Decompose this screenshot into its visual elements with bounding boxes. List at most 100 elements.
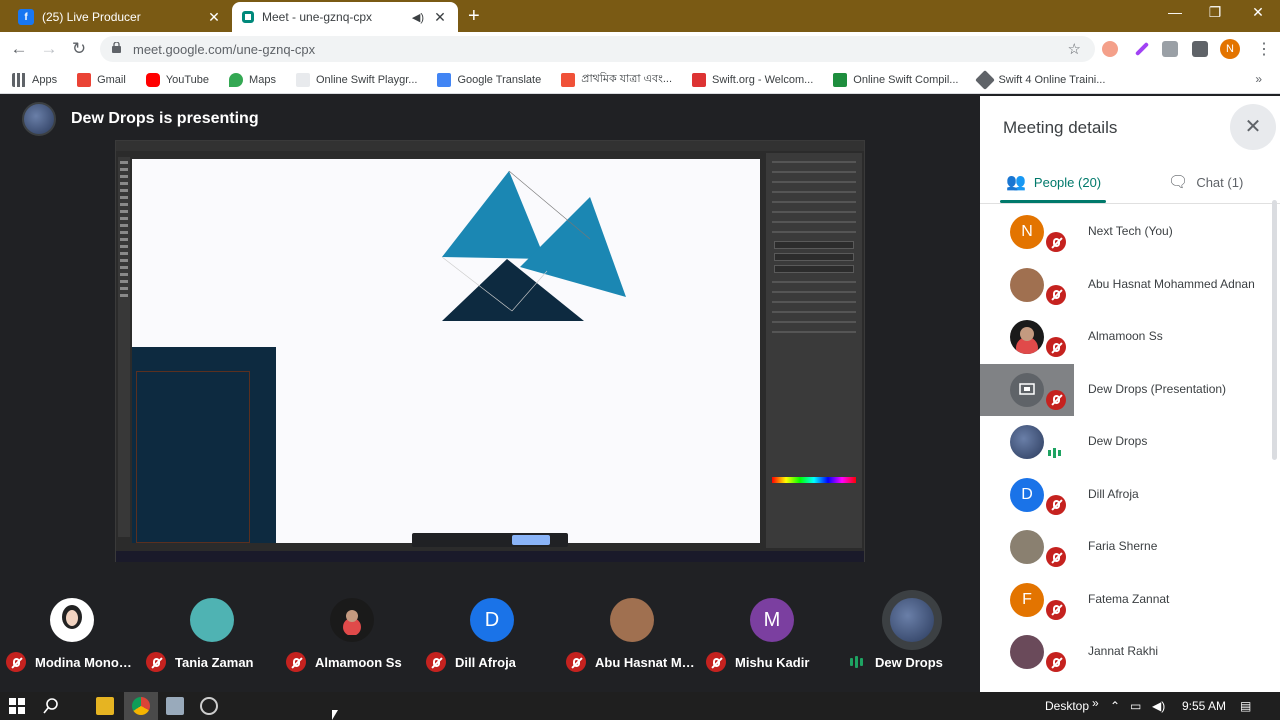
- profile-avatar[interactable]: N: [1220, 39, 1240, 59]
- maps-icon: [229, 72, 244, 87]
- avatar: F: [1010, 582, 1044, 617]
- browser-tab-strip: f (25) Live Producer ✕ Meet - une-gznq-c…: [0, 0, 1280, 32]
- restore-icon[interactable]: ❐: [1195, 4, 1235, 21]
- participant-name: Mishu Kadir: [735, 654, 810, 670]
- toolbar-more-icon[interactable]: »: [1092, 696, 1099, 710]
- swift-org-icon: [692, 72, 707, 87]
- meeting-details-panel: Meeting details ✕ 👥 People (20) 🗨 Chat (1)…: [980, 96, 1280, 692]
- bookmark-apps[interactable]: Apps: [12, 72, 57, 87]
- participant-name: Almamoon Ss: [315, 654, 402, 670]
- camera-icon[interactable]: [1162, 41, 1178, 57]
- panel-scrollbar[interactable]: [1272, 200, 1277, 460]
- close-tab-icon[interactable]: ✕: [206, 9, 222, 26]
- url-text: meet.google.com/une-gznq-cpx: [133, 42, 316, 57]
- bookmark-maps[interactable]: Maps: [229, 72, 276, 87]
- youtube-icon: [145, 72, 160, 87]
- desktop-toolbar-label[interactable]: Desktop: [1045, 699, 1089, 713]
- list-item[interactable]: Abu Hasnat Mohammed Adnan: [980, 259, 1280, 312]
- mic-muted-icon: [1046, 389, 1066, 410]
- windows-start-icon[interactable]: [8, 697, 26, 715]
- obs-icon[interactable]: [200, 697, 218, 715]
- participant-name: Dew Drops (Presentation): [1088, 381, 1227, 396]
- bookmark-gmail[interactable]: Gmail: [77, 72, 126, 87]
- bookmark-youtube[interactable]: YouTube: [145, 72, 210, 87]
- avatar: [330, 598, 374, 642]
- avatar: [22, 102, 56, 136]
- notifications-icon[interactable]: ▤: [1240, 699, 1251, 713]
- close-panel-button[interactable]: ✕: [1230, 104, 1276, 150]
- speaker-icon[interactable]: ◀): [412, 11, 424, 24]
- forward-icon[interactable]: →: [38, 39, 60, 59]
- chrome-icon[interactable]: [132, 697, 150, 715]
- bookmark-swift-playground[interactable]: Online Swift Playgr...: [295, 72, 417, 87]
- mic-muted-icon: [1046, 232, 1066, 252]
- reload-icon[interactable]: ↻: [68, 39, 90, 59]
- avatar: [1010, 530, 1044, 564]
- people-icon: 👥: [1006, 174, 1026, 191]
- chevron-up-icon[interactable]: ⌃: [1110, 699, 1120, 713]
- notepad-icon[interactable]: [166, 697, 184, 715]
- bookmark-label: Swift 4 Online Traini...: [998, 73, 1106, 86]
- tab-people[interactable]: 👥 People (20): [1006, 172, 1101, 192]
- panel-title: Meeting details: [1003, 118, 1118, 137]
- swift-playground-icon: [295, 72, 310, 87]
- extension-icon[interactable]: [1102, 41, 1118, 57]
- more-bookmarks-icon[interactable]: »: [1255, 72, 1262, 86]
- presenting-label: Dew Drops is presenting: [71, 110, 259, 127]
- list-item[interactable]: Faria Sherne: [980, 521, 1280, 574]
- list-item[interactable]: N Next Tech (You): [980, 206, 1280, 259]
- mouse-cursor-icon: [332, 710, 338, 720]
- avatar: [1010, 635, 1044, 669]
- tab-meet[interactable]: Meet - une-gznq-cpx ◀) ✕: [232, 2, 458, 32]
- more-menu-icon[interactable]: ⋮: [1256, 39, 1272, 59]
- file-explorer-icon[interactable]: [96, 697, 114, 715]
- close-tab-icon[interactable]: ✕: [432, 9, 448, 26]
- bookmark-google-translate[interactable]: Google Translate: [437, 72, 541, 87]
- avatar: [890, 598, 934, 642]
- clock-time[interactable]: 9:55 AM: [1182, 699, 1226, 713]
- bookmarks-bar: Apps Gmail YouTube Maps Online Swift Pla…: [0, 66, 1280, 94]
- list-item[interactable]: Almamoon Ss: [980, 311, 1280, 364]
- color-spectrum: [772, 477, 856, 483]
- bookmark-bangla[interactable]: প্রাথমিক যাত্রা এবং...: [561, 70, 672, 89]
- bookmark-label: YouTube: [165, 73, 210, 86]
- tab-title: Meet - une-gznq-cpx: [262, 10, 373, 24]
- swift-icon: [561, 72, 576, 87]
- participant-name: Fatema Zannat: [1088, 591, 1170, 606]
- bookmark-swift-compiler[interactable]: Online Swift Compil...: [833, 72, 958, 87]
- facebook-icon: f: [18, 9, 34, 25]
- list-item[interactable]: Dew Drops: [980, 416, 1280, 469]
- apps-grid-icon: [12, 72, 26, 87]
- address-toolbar: ← → ↻ meet.google.com/une-gznq-cpx ☆ N ⋮: [0, 32, 1280, 66]
- panel-tabs: 👥 People (20) 🗨 Chat (1): [980, 166, 1280, 204]
- extensions-puzzle-icon[interactable]: [1192, 41, 1208, 57]
- close-window-icon[interactable]: ✕: [1238, 4, 1278, 21]
- new-tab-button[interactable]: +: [468, 5, 480, 28]
- list-item[interactable]: Dew Drops (Presentation): [980, 363, 1280, 417]
- participant-name: Dill Afroja: [1088, 486, 1139, 501]
- dark-rectangle: [132, 347, 276, 543]
- bookmark-star-icon[interactable]: ☆: [1068, 40, 1081, 58]
- mic-muted-icon: [1046, 494, 1066, 515]
- list-item[interactable]: F Fatema Zannat: [980, 574, 1280, 627]
- participant-name: Almamoon Ss: [1088, 329, 1163, 343]
- minimize-icon[interactable]: —: [1155, 4, 1195, 20]
- list-item[interactable]: Jannat Rakhi: [980, 626, 1280, 679]
- participant-name: Next Tech (You): [1088, 224, 1173, 238]
- tab-chat[interactable]: 🗨 Chat (1): [1168, 172, 1243, 192]
- omnibox[interactable]: meet.google.com/une-gznq-cpx ☆: [100, 36, 1095, 62]
- mic-muted-icon: [6, 652, 26, 672]
- volume-icon[interactable]: ◀): [1152, 699, 1165, 713]
- lock-icon: [112, 42, 121, 53]
- shared-screen: [115, 140, 865, 564]
- tab-live-producer[interactable]: f (25) Live Producer ✕: [8, 2, 232, 32]
- bookmark-swift-training[interactable]: Swift 4 Online Traini...: [975, 69, 1106, 90]
- pen-extension-icon[interactable]: [1134, 41, 1150, 57]
- network-icon[interactable]: ▭: [1130, 699, 1141, 713]
- chat-icon: 🗨: [1168, 174, 1189, 191]
- back-icon[interactable]: ←: [8, 39, 30, 59]
- os-taskbar: Desktop » ⌃ ▭ ◀) 9:55 AM ▤: [0, 692, 1280, 720]
- bookmark-swift-org[interactable]: Swift.org - Welcom...: [692, 72, 813, 87]
- list-item[interactable]: D Dill Afroja: [980, 469, 1280, 522]
- search-icon[interactable]: [42, 697, 60, 715]
